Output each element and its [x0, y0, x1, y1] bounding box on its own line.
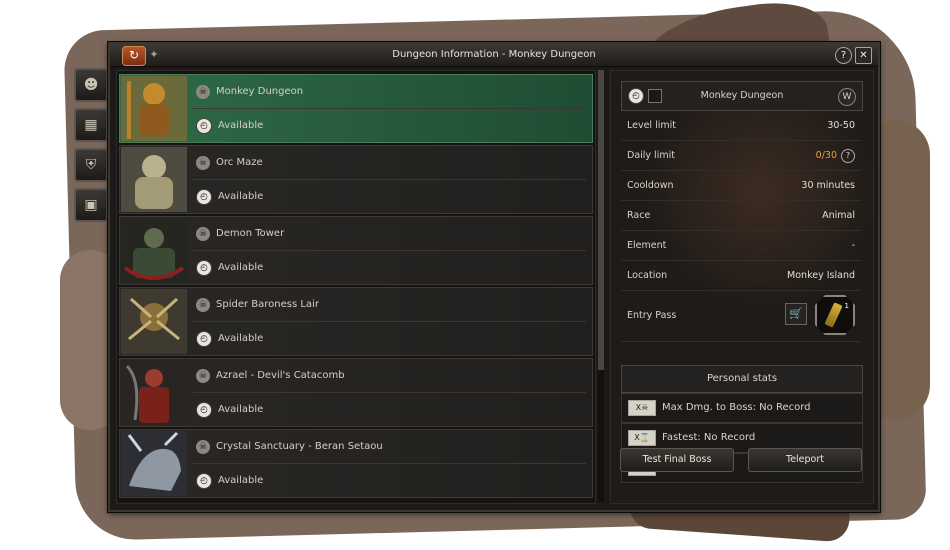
- dungeon-status: Available: [218, 404, 264, 415]
- skull-icon: ☠: [196, 156, 210, 170]
- shop-cart-icon[interactable]: 🛒: [785, 303, 807, 325]
- list-scrollbar[interactable]: [598, 70, 604, 502]
- dungeon-info-window: ↻ ✦ Dungeon Information - Monkey Dungeon…: [108, 42, 880, 512]
- stat-row: X☠ Max Dmg. to Boss: No Record: [621, 393, 863, 423]
- info-label: Entry Pass: [627, 310, 677, 321]
- info-value: Monkey Island: [787, 270, 855, 281]
- dungeon-name: Spider Baroness Lair: [216, 299, 319, 310]
- level-limit-row: Level limit 30-50: [621, 111, 861, 141]
- row-divider: [192, 179, 586, 180]
- clock-icon: ◴: [196, 331, 212, 347]
- clock-icon: ◴: [196, 260, 212, 276]
- close-button[interactable]: ✕: [855, 47, 872, 64]
- wing-ornament-icon: ✦: [149, 48, 159, 61]
- clock-icon: ◴: [628, 88, 644, 104]
- race-row: Race Animal: [621, 201, 861, 231]
- stat-text: Max Dmg. to Boss: No Record: [662, 402, 811, 413]
- dungeon-row-demon-tower[interactable]: ☠ Demon Tower ◴ Available: [119, 216, 593, 285]
- scrollbar-thumb[interactable]: [598, 70, 604, 370]
- row-divider: [192, 108, 586, 109]
- dungeon-name: Monkey Dungeon: [216, 86, 304, 97]
- character-tab-icon[interactable]: ☻: [74, 68, 108, 102]
- info-label: Cooldown: [627, 180, 674, 191]
- refresh-icon[interactable]: ↻: [122, 46, 146, 66]
- teleport-button[interactable]: Teleport: [748, 448, 862, 472]
- entry-pass-scroll-icon: [824, 302, 843, 328]
- help-icon[interactable]: ?: [841, 149, 855, 163]
- entry-pass-slot[interactable]: 1: [815, 295, 855, 335]
- location-row: Location Monkey Island: [621, 261, 861, 291]
- world-map-icon[interactable]: W: [838, 88, 856, 106]
- info-value: 30-50: [827, 120, 855, 131]
- cooldown-row: Cooldown 30 minutes: [621, 171, 861, 201]
- skull-icon: ☠: [196, 298, 210, 312]
- skull-icon: ☠: [196, 85, 210, 99]
- dungeon-name: Azrael - Devil's Catacomb: [216, 370, 345, 381]
- dungeon-list: ☠ Monkey Dungeon ◴ Available ☠ Orc Maze ◴ Av…: [116, 70, 596, 504]
- dungeon-row-crystal-sanctuary[interactable]: ☠ Crystal Sanctuary - Beran Setaou ◴ Avail…: [119, 429, 593, 498]
- dungeon-name: Crystal Sanctuary - Beran Setaou: [216, 441, 383, 452]
- banner-tab-icon[interactable]: ▣: [74, 188, 108, 222]
- dungeon-row-azrael[interactable]: ☠ Azrael - Devil's Catacomb ◴ Available: [119, 358, 593, 427]
- damage-stat-icon: X☠: [628, 400, 656, 416]
- entry-pass-row: Entry Pass 🛒 1: [621, 291, 861, 342]
- clock-icon: ◴: [196, 473, 212, 489]
- dungeon-status: Available: [218, 262, 264, 273]
- favorite-checkbox[interactable]: [648, 89, 662, 103]
- clock-icon: ◴: [196, 118, 212, 134]
- demon-portrait-icon: [121, 218, 187, 283]
- dungeon-row-monkey-dungeon[interactable]: ☠ Monkey Dungeon ◴ Available: [119, 74, 593, 143]
- skull-icon: ☠: [196, 369, 210, 383]
- hourglass-stat-icon: X⌛: [628, 430, 656, 446]
- info-label: Element: [627, 240, 667, 251]
- skull-icon: ☠: [196, 440, 210, 454]
- dungeon-status: Available: [218, 475, 264, 486]
- shield-tab-icon[interactable]: ⛨: [74, 148, 108, 182]
- test-final-boss-button[interactable]: Test Final Boss: [620, 448, 734, 472]
- dungeon-status: Available: [218, 333, 264, 344]
- window-titlebar[interactable]: ↻ ✦ Dungeon Information - Monkey Dungeon…: [110, 44, 878, 67]
- dungeon-name: Orc Maze: [216, 157, 263, 168]
- info-label: Daily limit: [627, 150, 675, 161]
- row-divider: [192, 321, 586, 322]
- guild-tab-icon[interactable]: ▦: [74, 108, 108, 142]
- info-label: Level limit: [627, 120, 676, 131]
- dungeon-details-panel: ◴ Monkey Dungeon W Level limit 30-50 Dai…: [610, 70, 874, 504]
- personal-stats-header: Personal stats: [621, 365, 863, 393]
- monkey-portrait-icon: [121, 76, 187, 141]
- clock-icon: ◴: [196, 402, 212, 418]
- row-divider: [192, 392, 586, 393]
- dungeon-row-orc-maze[interactable]: ☠ Orc Maze ◴ Available: [119, 145, 593, 214]
- daily-limit-row: Daily limit 0/30?: [621, 141, 861, 171]
- row-divider: [192, 250, 586, 251]
- row-divider: [192, 463, 586, 464]
- info-value: -: [851, 240, 855, 251]
- info-value: Animal: [822, 210, 855, 221]
- info-label: Location: [627, 270, 668, 281]
- orc-portrait-icon: [121, 147, 187, 212]
- side-tab-bar: ☻ ▦ ⛨ ▣: [74, 68, 110, 228]
- window-title: Dungeon Information - Monkey Dungeon: [392, 49, 596, 60]
- details-header: ◴ Monkey Dungeon W: [621, 81, 863, 111]
- azrael-portrait-icon: [121, 360, 187, 425]
- dungeon-row-spider-baroness-lair[interactable]: ☠ Spider Baroness Lair ◴ Available: [119, 287, 593, 356]
- spider-portrait-icon: [121, 289, 187, 354]
- dungeon-status: Available: [218, 120, 264, 131]
- details-title: Monkey Dungeon: [700, 90, 784, 101]
- info-value: 30 minutes: [801, 180, 855, 191]
- element-row: Element -: [621, 231, 861, 261]
- dungeon-status: Available: [218, 191, 264, 202]
- info-label: Race: [627, 210, 651, 221]
- dragon-portrait-icon: [121, 431, 187, 496]
- skull-icon: ☠: [196, 227, 210, 241]
- dungeon-name: Demon Tower: [216, 228, 285, 239]
- help-button[interactable]: ?: [835, 47, 852, 64]
- clock-icon: ◴: [196, 189, 212, 205]
- daily-limit-value: 0/30: [815, 150, 837, 161]
